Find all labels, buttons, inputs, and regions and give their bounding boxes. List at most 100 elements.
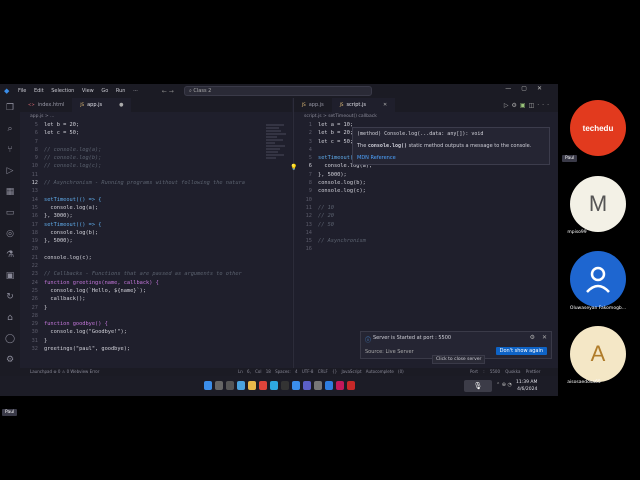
code-line[interactable]: 6 let c = 50; <box>20 129 292 137</box>
code-line[interactable]: 14 setTimeout(() => { <box>20 196 292 204</box>
minimap[interactable] <box>266 124 288 214</box>
status-left[interactable]: Launchpad ⊗ 0 ⚠ 0 Webview Error <box>30 368 99 376</box>
explorer-icon[interactable]: ❐ <box>0 98 20 119</box>
tab-index-html[interactable]: <> index.html <box>20 98 72 112</box>
command-center-search[interactable]: ⌕ Class 2 <box>184 86 372 96</box>
code-line[interactable]: 32 greetings("paul", goodbye); <box>20 345 292 353</box>
split-icon[interactable]: ◫ <box>529 102 538 109</box>
mdn-reference-link[interactable]: MDN Reference <box>357 155 545 161</box>
breadcrumb[interactable]: script.js > setTimeout() callback <box>294 112 558 121</box>
code-line[interactable]: 25 console.log(`Hello, ${name}`); <box>20 287 292 295</box>
tab-app-js[interactable]: JS app.js ● <box>72 98 132 112</box>
code-line[interactable]: 28 <box>20 312 292 320</box>
bookmark-icon[interactable]: ⌂ <box>0 308 20 329</box>
code-line[interactable]: 9 // console.log(b); <box>20 154 292 162</box>
code-line[interactable]: 16}, 3000); <box>20 212 292 220</box>
code-line[interactable]: 17 setTimeout(() => { <box>20 221 292 229</box>
windows-start-icon[interactable] <box>204 381 212 390</box>
menu-view[interactable]: View <box>82 88 94 94</box>
code-line[interactable]: 11 <box>20 171 292 179</box>
close-icon[interactable]: ✕ <box>542 334 547 341</box>
testing-icon[interactable]: ⚗ <box>0 245 20 266</box>
dont-show-again-button[interactable]: Don't show again <box>495 347 547 355</box>
techedu-avatar[interactable]: techedu <box>570 100 626 156</box>
search-icon[interactable]: ⌕ <box>0 119 20 140</box>
mail-icon[interactable] <box>325 381 333 390</box>
microphone-icon[interactable]: 🎙 <box>464 380 492 392</box>
docker-icon[interactable]: ▣ <box>0 266 20 287</box>
code-line[interactable]: 7}, 5000); <box>294 171 558 179</box>
edge-icon[interactable] <box>270 381 278 390</box>
nav-arrows[interactable]: ← → <box>162 88 174 95</box>
code-area[interactable]: 5 let b = 20; 6 let c = 50; 7 8 // console.log… <box>20 121 292 353</box>
code-line[interactable]: 18 console.log(b); <box>20 229 292 237</box>
music-icon[interactable] <box>336 381 344 390</box>
code-line[interactable]: 22 <box>20 262 292 270</box>
account-icon[interactable]: ◯ <box>0 329 20 350</box>
code-line[interactable]: 11 // 10 <box>294 204 558 212</box>
code-line[interactable]: 10 // console.log(c); <box>20 162 292 170</box>
menu-go[interactable]: Go <box>101 88 108 94</box>
code-line[interactable]: 13 <box>20 187 292 195</box>
breadcrumb[interactable]: app.js > ... <box>20 112 292 121</box>
explorer-icon[interactable] <box>248 381 256 390</box>
menu-run[interactable]: Run <box>116 88 126 94</box>
close-tab-icon[interactable]: ● <box>119 98 123 112</box>
code-line[interactable]: 30 console.log("Goodbye!"); <box>20 328 292 336</box>
code-line[interactable]: 23 // Callbacks - Functions that are pass… <box>20 270 292 278</box>
live-share-icon[interactable]: ↻ <box>0 287 20 308</box>
status-right[interactable]: Port : 5500 Quokka Prettier <box>470 368 540 376</box>
code-line[interactable]: 8 console.log(b); <box>294 179 558 187</box>
maximize-button[interactable]: ▢ <box>521 85 537 92</box>
debug-icon[interactable]: ⚙ <box>512 102 520 109</box>
code-line[interactable]: 12 // Asynchronism - Running programs wit… <box>20 179 292 187</box>
extensions-icon[interactable]: ▦ <box>0 182 20 203</box>
participant-avatar-m[interactable]: M <box>570 176 626 232</box>
code-line[interactable]: 14 <box>294 229 558 237</box>
code-line[interactable]: 5 let b = 20; <box>20 121 292 129</box>
code-line[interactable]: 27} <box>20 304 292 312</box>
participant-avatar-user[interactable] <box>570 251 626 307</box>
taskview-icon[interactable] <box>226 381 234 390</box>
tab-app-js-right[interactable]: JS app.js <box>294 98 332 112</box>
code-line[interactable]: 7 <box>20 138 292 146</box>
database-icon[interactable]: ◎ <box>0 224 20 245</box>
code-line[interactable]: 21 console.log(c); <box>20 254 292 262</box>
code-line[interactable]: 12 // 20 <box>294 212 558 220</box>
menu-file[interactable]: File <box>18 88 26 94</box>
widgets-icon[interactable] <box>237 381 245 390</box>
recording-icon[interactable] <box>347 381 355 390</box>
code-line[interactable]: 9 console.log(c); <box>294 187 558 195</box>
menu-selection[interactable]: Selection <box>51 88 74 94</box>
remote-icon[interactable]: ▭ <box>0 203 20 224</box>
code-line[interactable]: 16 <box>294 245 558 253</box>
app-icon[interactable] <box>314 381 322 390</box>
code-line[interactable]: 29 function goodbye() { <box>20 320 292 328</box>
gear-icon[interactable]: ⚙ <box>530 334 535 341</box>
status-middle[interactable]: Ln 6, Col 18 Spaces: 4 UTF-8 CRLF {} Jav… <box>238 368 404 376</box>
more-icon[interactable]: ··· <box>537 102 552 109</box>
terminal-icon[interactable] <box>281 381 289 390</box>
system-tray-icons[interactable]: ⌃ ⊕ ◔ <box>496 382 512 388</box>
vscode-icon[interactable]: ◆ <box>4 87 12 95</box>
run-debug-icon[interactable]: ▷ <box>0 161 20 182</box>
code-line[interactable]: 8 // console.log(a); <box>20 146 292 154</box>
code-line[interactable]: 20 <box>20 245 292 253</box>
chrome-icon[interactable] <box>259 381 267 390</box>
code-line[interactable]: 15 console.log(a); <box>20 204 292 212</box>
code-line[interactable]: 13 // 50 <box>294 221 558 229</box>
code-line[interactable]: 24 function greetings(name, callback) { <box>20 279 292 287</box>
lightbulb-icon[interactable]: 💡 <box>290 164 297 171</box>
search-icon[interactable] <box>215 381 223 390</box>
minimize-button[interactable]: — <box>505 85 521 92</box>
code-line[interactable]: 19}, 5000); <box>20 237 292 245</box>
code-line[interactable]: 10 <box>294 196 558 204</box>
run-icon[interactable]: ▷ <box>504 102 512 109</box>
menu-edit[interactable]: Edit <box>34 88 44 94</box>
vscode-taskbar-icon[interactable] <box>292 381 300 390</box>
code-line[interactable]: 31} <box>20 337 292 345</box>
taskbar-clock[interactable]: 11:39 AM 4/6/2024 <box>516 379 537 393</box>
code-line[interactable]: 15 // Asynchronism <box>294 237 558 245</box>
close-tab-icon[interactable]: ✕ <box>383 98 387 112</box>
teams-icon[interactable] <box>303 381 311 390</box>
